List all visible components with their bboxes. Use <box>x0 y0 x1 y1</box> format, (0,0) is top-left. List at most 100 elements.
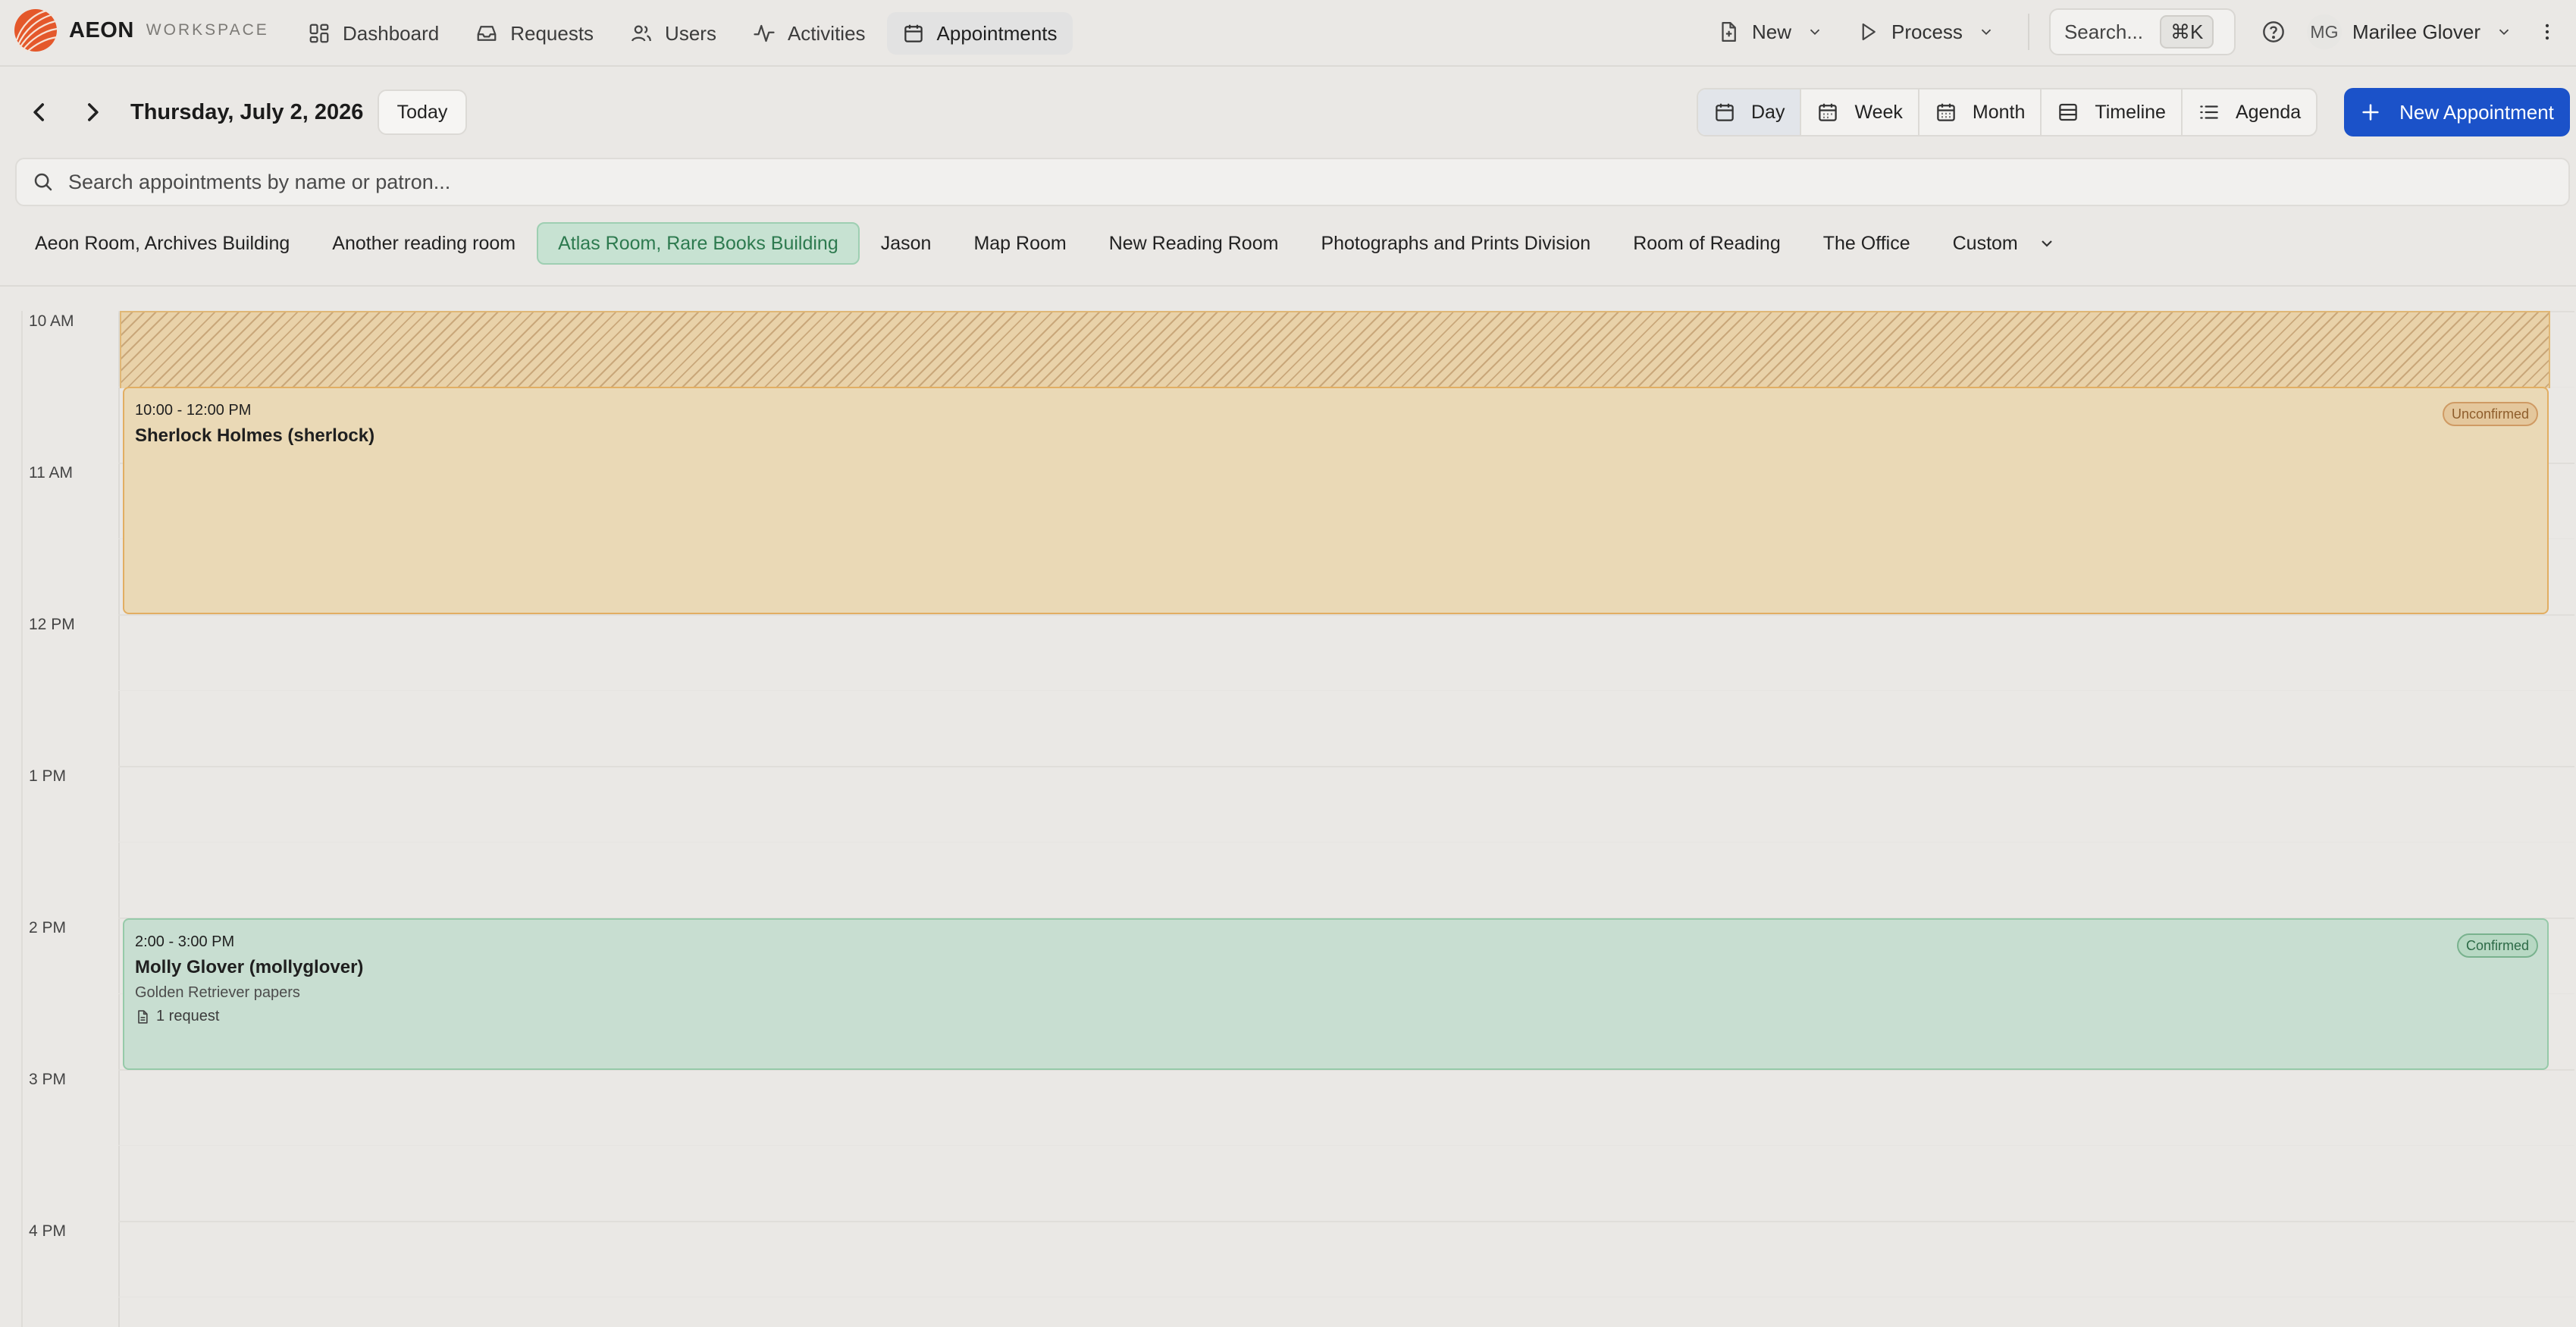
appointment-search-bar <box>15 158 2570 206</box>
new-menu-button[interactable]: New <box>1717 20 1823 44</box>
hour-label: 4 PM <box>29 1222 67 1240</box>
current-date: Thursday, July 2, 2026 <box>130 100 364 124</box>
hour-row: 3 PM <box>0 1069 2576 1221</box>
timeline-icon <box>2059 103 2078 121</box>
room-tab-photographs-and-prints[interactable]: Photographs and Prints Division <box>1299 222 1612 265</box>
view-label: Week <box>1854 101 1903 123</box>
new-appointment-button[interactable]: New Appointment <box>2344 88 2570 136</box>
top-navigation-bar: AEON WORKSPACE Dashboard Requests Users <box>0 0 2576 67</box>
previous-day-icon[interactable] <box>24 97 55 127</box>
divider <box>2027 14 2029 50</box>
event-time: 2:00 - 3:00 PM <box>135 933 235 950</box>
help-icon[interactable] <box>2261 20 2286 44</box>
room-tab-room-of-reading[interactable]: Room of Reading <box>1612 222 1802 265</box>
room-tab-custom-dropdown[interactable]: Custom <box>1932 222 2077 265</box>
hour-label: 3 PM <box>29 1071 67 1088</box>
new-menu-label: New <box>1752 20 1792 43</box>
status-badge: Confirmed <box>2456 933 2538 958</box>
brand-name: AEON <box>69 17 134 42</box>
view-switcher: Day Week Month Timeline Agenda <box>1697 88 2318 136</box>
more-vertical-icon[interactable] <box>2537 21 2558 42</box>
request-count-label: 1 request <box>156 1008 220 1024</box>
custom-label: Custom <box>1952 232 2018 254</box>
chevron-down-icon <box>2041 240 2052 247</box>
new-file-icon <box>1722 22 1736 42</box>
hour-label: 12 PM <box>29 616 75 633</box>
global-search-button[interactable]: Search... ⌘K <box>2048 8 2236 55</box>
nav-item-label: Dashboard <box>343 21 440 45</box>
nav-item-label: Users <box>665 21 716 45</box>
hour-label: 2 PM <box>29 919 67 936</box>
room-tab-another-reading-room[interactable]: Another reading room <box>311 222 537 265</box>
view-agenda-button[interactable]: Agenda <box>2183 89 2316 135</box>
room-tab-atlas-room[interactable]: Atlas Room, Rare Books Building <box>537 222 860 265</box>
inbox-icon <box>477 26 497 41</box>
brand[interactable]: AEON WORKSPACE <box>14 8 269 52</box>
keyboard-shortcut: ⌘K <box>2160 15 2214 49</box>
view-day-button[interactable]: Day <box>1698 89 1802 135</box>
view-timeline-button[interactable]: Timeline <box>2042 89 2183 135</box>
room-tab-jason[interactable]: Jason <box>860 222 953 265</box>
view-label: Month <box>1972 101 2026 123</box>
hour-row: 12 PM <box>0 614 2576 766</box>
event-title: Sherlock Holmes (sherlock) <box>135 425 375 446</box>
nav-item-requests[interactable]: Requests <box>460 12 609 55</box>
calendar-icon <box>904 24 923 42</box>
event-title: Molly Glover (mollyglover) <box>135 957 364 977</box>
blocked-time-region <box>120 311 2550 388</box>
users-icon <box>631 25 652 42</box>
hour-label: 10 AM <box>29 312 74 330</box>
play-icon <box>1862 23 1876 41</box>
day-calendar[interactable]: 10 AM 11 AM 12 PM 1 PM 2 PM 3 PM 4 PM 10… <box>0 288 2576 1327</box>
dashboard-icon <box>309 24 329 43</box>
event-time: 10:00 - 12:00 PM <box>135 402 252 419</box>
global-search-label: Search... <box>2064 20 2143 43</box>
hour-line <box>118 766 2574 767</box>
document-icon <box>138 1009 148 1024</box>
room-tabs: Aeon Room, Archives Building Another rea… <box>14 222 2077 265</box>
view-month-button[interactable]: Month <box>1919 89 2042 135</box>
aeon-logo-icon <box>14 9 58 52</box>
half-hour-line <box>118 1145 2574 1146</box>
appointment-search-input[interactable] <box>68 170 2494 194</box>
hour-line <box>118 614 2574 616</box>
nav-item-activities[interactable]: Activities <box>738 12 881 55</box>
process-menu-label: Process <box>1891 20 1963 43</box>
main-nav: Dashboard Requests Users Activities Appo… <box>293 12 1079 55</box>
view-label: Timeline <box>2095 101 2166 123</box>
view-label: Day <box>1751 101 1785 123</box>
hour-label: 1 PM <box>29 767 67 785</box>
appointment-event-molly[interactable]: 2:00 - 3:00 PM Molly Glover (mollyglover… <box>123 918 2549 1070</box>
room-tab-map-room[interactable]: Map Room <box>952 222 1087 265</box>
divider <box>0 285 2576 287</box>
appointment-event-sherlock[interactable]: 10:00 - 12:00 PM Sherlock Holmes (sherlo… <box>123 387 2549 614</box>
process-menu-button[interactable]: Process <box>1857 20 1995 44</box>
event-request-count: 1 request <box>135 1008 2537 1025</box>
list-icon <box>2200 105 2218 119</box>
calendar-week-icon <box>1819 103 1838 121</box>
hour-label: 11 AM <box>29 464 73 482</box>
room-tab-the-office[interactable]: The Office <box>1802 222 1932 265</box>
search-icon <box>34 173 52 191</box>
room-tab-aeon-room[interactable]: Aeon Room, Archives Building <box>14 222 311 265</box>
view-week-button[interactable]: Week <box>1801 89 1919 135</box>
half-hour-line <box>118 690 2574 691</box>
calendar-month-icon <box>1937 103 1955 121</box>
event-subtitle: Golden Retriever papers <box>135 984 300 1001</box>
room-tab-new-reading-room[interactable]: New Reading Room <box>1088 222 1300 265</box>
nav-item-appointments[interactable]: Appointments <box>886 12 1073 55</box>
nav-item-users[interactable]: Users <box>615 12 732 55</box>
next-day-icon[interactable] <box>77 97 108 127</box>
user-menu-button[interactable]: MG Marilee Glover <box>2306 14 2512 49</box>
nav-item-label: Activities <box>787 21 866 45</box>
hour-line <box>118 1221 2574 1222</box>
nav-item-label: Requests <box>510 21 594 45</box>
user-name: Marilee Glover <box>2352 20 2480 43</box>
plus-icon <box>2362 104 2379 121</box>
hour-row: 1 PM <box>0 766 2576 918</box>
today-button[interactable]: Today <box>378 89 467 135</box>
nav-item-dashboard[interactable]: Dashboard <box>293 12 454 55</box>
activity-icon <box>754 24 775 42</box>
view-label: Agenda <box>2235 101 2302 123</box>
chevron-down-icon <box>2499 29 2509 36</box>
